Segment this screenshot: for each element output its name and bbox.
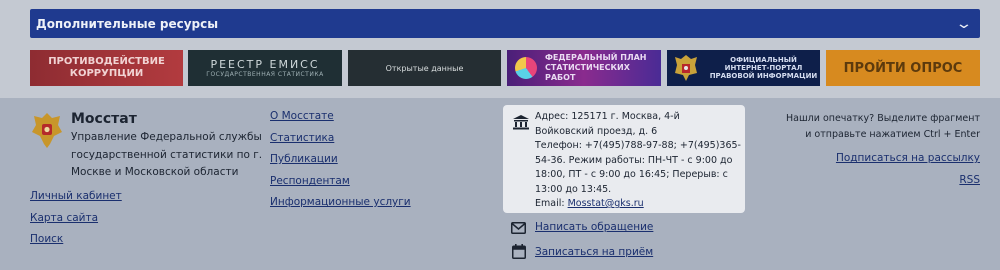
write-appeal-link[interactable]: Написать обращение [535,221,653,233]
mail-icon [511,222,526,234]
info-services-link[interactable]: Информационные услуги [270,196,411,208]
calendar-icon [512,244,526,259]
publications-link[interactable]: Публикации [270,153,338,165]
contact-phone-hours: Телефон: +7(495)788-97-88; +7(495)365-54… [535,140,741,195]
banner-open-data[interactable]: Открытые данные [348,50,501,86]
banner-anticorruption-label: ПРОТИВОДЕЙСТВИЕ КОРРУПЦИИ [48,56,165,79]
typo-notice: Нашли опечатку? Выделите фрагмент и отпр… [780,111,980,143]
subscribe-link[interactable]: Подписаться на рассылку [836,152,980,164]
about-link[interactable]: О Мосстате [270,110,334,122]
sitemap-link[interactable]: Карта сайта [30,212,98,224]
respondents-link[interactable]: Респондентам [270,175,350,187]
typo-notice-line1: Нашли опечатку? Выделите фрагмент [786,113,980,124]
banner-legal-portal[interactable]: ОФИЦИАЛЬНЫЙ ИНТЕРНЕТ-ПОРТАЛ ПРАВОВОЙ ИНФ… [667,50,820,86]
appointment-link[interactable]: Записаться на приём [535,246,653,258]
banner-survey[interactable]: ПРОЙТИ ОПРОС [826,50,980,86]
bank-building-icon [513,115,529,130]
resources-accordion[interactable]: Дополнительные ресурсы ⌄ [30,9,980,38]
personal-cabinet-link[interactable]: Личный кабинет [30,190,122,202]
chevron-down-icon: ⌄ [955,15,973,32]
contact-card: Адрес: 125171 г. Москва, 4-й Войковский … [503,105,745,213]
mosstat-logo-icon [32,113,62,148]
typo-notice-line2: и отправьте нажатием Ctrl + Enter [805,129,980,140]
coat-of-arms-icon [675,55,697,81]
banner-strip: ПРОТИВОДЕЙСТВИЕ КОРРУПЦИИ РЕЕСТР ЕМИСС Г… [30,50,980,86]
contact-email-label: Email: [535,198,565,209]
banner-emiss[interactable]: РЕЕСТР ЕМИСС ГОСУДАРСТВЕННАЯ СТАТИСТИКА [188,50,342,86]
banner-emiss-subtitle: ГОСУДАРСТВЕННАЯ СТАТИСТИКА [206,71,324,78]
rss-link[interactable]: RSS [959,174,980,186]
statistics-link[interactable]: Статистика [270,132,334,144]
contact-address: Адрес: 125171 г. Москва, 4-й Войковский … [535,111,680,137]
org-description: Управление Федеральной службы государств… [71,131,263,178]
banner-legal-portal-label: ОФИЦИАЛЬНЫЙ ИНТЕРНЕТ-ПОРТАЛ ПРАВОВОЙ ИНФ… [709,56,818,80]
org-name: Мосстат [71,111,137,127]
search-link[interactable]: Поиск [30,233,63,245]
banner-open-data-label: Открытые данные [385,63,464,73]
banner-emiss-title: РЕЕСТР ЕМИСС [210,58,320,71]
banner-survey-label: ПРОЙТИ ОПРОС [843,60,963,76]
banner-anticorruption[interactable]: ПРОТИВОДЕЙСТВИЕ КОРРУПЦИИ [30,50,183,86]
banner-federal-plan-label: ФЕДЕРАЛЬНЫЙ ПЛАН СТАТИСТИЧЕСКИХ РАБОТ [545,53,647,82]
pie-chart-icon [515,57,537,79]
resources-title: Дополнительные ресурсы [36,16,219,31]
contact-email-row: Email: Mosstat@gks.ru [535,197,741,212]
banner-federal-plan[interactable]: ФЕДЕРАЛЬНЫЙ ПЛАН СТАТИСТИЧЕСКИХ РАБОТ [507,50,661,86]
contact-email-link[interactable]: Mosstat@gks.ru [568,198,644,209]
